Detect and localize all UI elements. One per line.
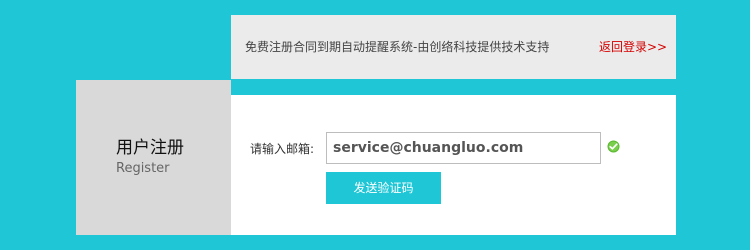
back-to-login-link[interactable]: 返回登录>> xyxy=(599,39,667,55)
email-label: 请输入邮箱: xyxy=(250,142,315,156)
registration-page: 免费注册合同到期自动提醒系统-由创络科技提供技术支持 返回登录>> 用户注册 R… xyxy=(0,0,750,250)
email-input[interactable] xyxy=(326,132,601,164)
register-title: 用户注册 xyxy=(116,138,184,158)
check-circle-icon xyxy=(607,140,620,153)
send-verification-code-button[interactable]: 发送验证码 xyxy=(326,172,441,204)
register-sidebar: 用户注册 Register xyxy=(76,80,231,235)
notice-bar: 免费注册合同到期自动提醒系统-由创络科技提供技术支持 返回登录>> xyxy=(231,15,676,79)
register-subtitle: Register xyxy=(116,161,170,176)
system-notice: 免费注册合同到期自动提醒系统-由创络科技提供技术支持 xyxy=(245,40,550,54)
registration-form: 请输入邮箱: 发送验证码 xyxy=(231,95,676,235)
